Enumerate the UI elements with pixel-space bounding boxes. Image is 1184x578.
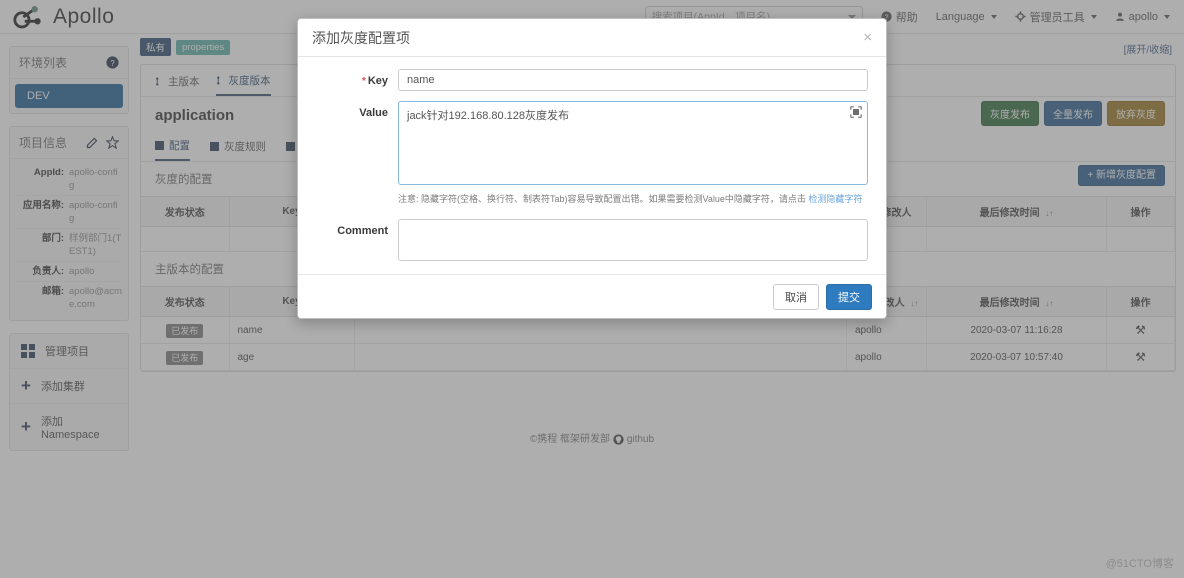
- hint-text: 注意: 隐藏字符(空格、换行符、制表符Tab)容易导致配置出错。如果需要检测Va…: [398, 194, 809, 204]
- key-label: * Key: [316, 69, 398, 91]
- dialog-title: 添加灰度配置项: [312, 29, 410, 46]
- cancel-button[interactable]: 取消: [773, 283, 819, 310]
- comment-textarea[interactable]: [398, 219, 868, 261]
- close-icon[interactable]: ×: [863, 29, 872, 46]
- key-label-text: Key: [367, 75, 388, 87]
- value-form-row: Value jack针对192.168.80.128灰度发布 注意: 隐藏字符(…: [316, 101, 868, 205]
- submit-button[interactable]: 提交: [826, 283, 872, 310]
- detect-hidden-chars-link[interactable]: 检测隐藏字符: [808, 194, 862, 204]
- comment-label: Comment: [337, 225, 388, 237]
- screen-root: Apollo 搜索项目(AppId、项目名) ? 帮助 Language: [0, 0, 1184, 578]
- dialog-header: 添加灰度配置项 ×: [298, 19, 886, 57]
- required-marker: *: [361, 76, 366, 87]
- value-input-wrap: jack针对192.168.80.128灰度发布 注意: 隐藏字符(空格、换行符…: [398, 101, 868, 205]
- add-gray-config-dialog: 添加灰度配置项 × *Key Value jack针对192.168.80.12…: [297, 18, 887, 319]
- value-label: Value: [359, 107, 388, 119]
- value-textarea[interactable]: jack针对192.168.80.128灰度发布: [398, 101, 868, 185]
- dialog-footer: 取消 提交: [298, 274, 886, 318]
- hidden-char-hint: 注意: 隐藏字符(空格、换行符、制表符Tab)容易导致配置出错。如果需要检测Va…: [398, 193, 868, 205]
- key-input[interactable]: [398, 69, 868, 91]
- dialog-body: *Key Value jack针对192.168.80.128灰度发布 注意: …: [298, 57, 886, 275]
- expand-fullscreen-icon[interactable]: [850, 106, 862, 118]
- key-form-row: * Key: [316, 69, 868, 91]
- comment-form-row: Comment: [316, 219, 868, 261]
